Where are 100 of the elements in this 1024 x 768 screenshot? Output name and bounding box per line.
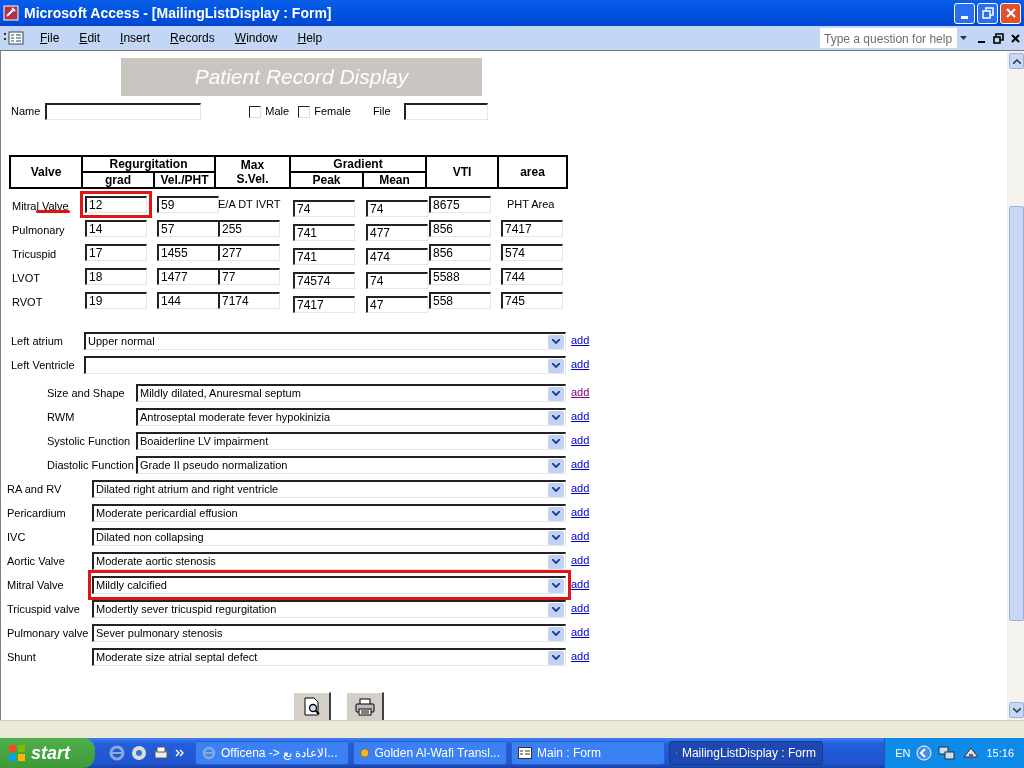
text-field[interactable]: 144 <box>157 292 219 309</box>
menu-item[interactable]: Edit <box>79 29 101 47</box>
menu-item[interactable]: File <box>40 29 60 47</box>
dropdown-button[interactable] <box>548 650 564 665</box>
combo-box[interactable]: Mildly calcified <box>92 576 566 594</box>
combo-box[interactable]: Moderate aortic stenosis <box>92 552 566 570</box>
checkbox[interactable] <box>249 105 262 118</box>
close-button[interactable] <box>1000 2 1021 24</box>
text-field[interactable]: 574 <box>501 244 563 261</box>
text-field[interactable]: 745 <box>501 292 563 309</box>
text-field[interactable]: 59 <box>157 196 219 213</box>
text-field[interactable]: 14 <box>85 220 147 237</box>
combo-box[interactable]: Modertly sever tricuspid regurgitation <box>92 600 566 618</box>
globe-icon[interactable] <box>131 745 147 761</box>
text-field[interactable]: 277 <box>218 244 280 261</box>
text-field[interactable]: 74574 <box>293 272 355 289</box>
taskbar-button[interactable]: Officena -> الاعادة بع... <box>195 741 349 765</box>
add-link[interactable]: add <box>571 504 590 521</box>
add-link[interactable]: add <box>571 648 590 665</box>
combo-box[interactable]: Grade II pseudo normalization <box>136 456 566 474</box>
scroll-up-button[interactable] <box>1009 53 1024 69</box>
dropdown-button[interactable] <box>548 578 564 593</box>
text-field[interactable]: 856 <box>429 220 491 237</box>
text-field[interactable]: 77 <box>218 268 280 285</box>
text-field[interactable]: 7417 <box>501 220 563 237</box>
dropdown-button[interactable] <box>548 458 564 473</box>
dropdown-button[interactable] <box>548 554 564 569</box>
combo-box[interactable]: Boaiderline LV impairment <box>136 432 566 450</box>
text-field[interactable]: 74 <box>366 272 428 289</box>
combo-box[interactable]: Moderate size atrial septal defect <box>92 648 566 666</box>
printer-icon[interactable] <box>153 745 169 761</box>
menu-item[interactable]: Window <box>234 29 278 47</box>
language-indicator[interactable]: EN <box>895 744 911 762</box>
name-field[interactable] <box>45 103 202 120</box>
add-link[interactable]: add <box>571 456 590 473</box>
text-field[interactable]: 47 <box>366 296 428 313</box>
add-link[interactable]: add <box>571 528 590 545</box>
text-field[interactable]: 856 <box>429 244 491 261</box>
text-field[interactable]: 57 <box>157 220 219 237</box>
checkbox[interactable] <box>298 105 311 118</box>
dropdown-button[interactable] <box>548 506 564 521</box>
dropdown-button[interactable] <box>548 602 564 617</box>
taskbar-button[interactable]: MailingListDisplay : Form <box>669 741 823 765</box>
combo-box[interactable]: Sever pulmonary stenosis <box>92 624 566 642</box>
menu-item[interactable]: Insert <box>120 29 151 47</box>
scrollbar[interactable] <box>1007 51 1024 720</box>
restore-icon[interactable] <box>993 32 1004 44</box>
add-link[interactable]: add <box>571 432 590 449</box>
text-field[interactable]: 5588 <box>429 268 491 285</box>
dropdown-button[interactable] <box>548 386 564 401</box>
network-icon[interactable] <box>938 745 957 761</box>
close-icon[interactable] <box>1010 32 1021 44</box>
combo-box[interactable]: Antroseptal moderate fever hypokinizia <box>136 408 566 426</box>
scroll-thumb[interactable] <box>1009 206 1024 621</box>
text-field[interactable]: 18 <box>85 268 147 285</box>
text-field[interactable]: 19 <box>85 292 147 309</box>
add-link[interactable]: add <box>571 624 590 641</box>
dropdown-button[interactable] <box>548 358 564 373</box>
dropdown-button[interactable] <box>548 434 564 449</box>
help-field[interactable]: Type a question for help <box>820 28 957 48</box>
combo-box[interactable] <box>84 356 566 374</box>
print-preview-button[interactable] <box>293 692 331 720</box>
add-link[interactable]: add <box>571 356 590 373</box>
text-field[interactable]: 8675 <box>429 196 491 213</box>
dropdown-button[interactable] <box>548 530 564 545</box>
text-field[interactable]: 744 <box>501 268 563 285</box>
text-field[interactable]: 558 <box>429 292 491 309</box>
text-field[interactable]: 7417 <box>293 296 355 313</box>
dropdown-button[interactable] <box>548 334 564 349</box>
combo-box[interactable]: Dilated right atrium and right ventricle <box>92 480 566 498</box>
file-field[interactable] <box>403 103 488 120</box>
combo-box[interactable]: Upper normal <box>84 332 566 350</box>
text-field[interactable]: 741 <box>293 248 355 265</box>
text-field[interactable]: 74 <box>366 200 428 217</box>
menu-item[interactable]: Records <box>170 29 215 47</box>
add-link[interactable]: add <box>571 552 590 569</box>
add-link[interactable]: add <box>571 600 590 617</box>
tray-icon[interactable] <box>962 745 981 761</box>
combo-box[interactable]: Moderate pericardial effusion <box>92 504 566 522</box>
browser-icon[interactable] <box>109 745 125 761</box>
text-field[interactable]: 1477 <box>157 268 219 285</box>
add-link[interactable]: add <box>571 576 590 593</box>
text-field[interactable]: 255 <box>218 220 280 237</box>
restore-button[interactable] <box>977 2 998 24</box>
scroll-down-button[interactable] <box>1009 702 1024 718</box>
print-button[interactable] <box>346 692 384 720</box>
add-link[interactable]: add <box>571 480 590 497</box>
add-link[interactable]: add <box>571 384 590 401</box>
dropdown-button[interactable] <box>548 626 564 641</box>
text-field[interactable]: 17 <box>85 244 147 261</box>
menu-item[interactable]: Help <box>297 29 323 47</box>
dropdown-button[interactable] <box>548 482 564 497</box>
text-field[interactable]: 477 <box>366 224 428 241</box>
text-field[interactable]: 7174 <box>218 292 280 309</box>
minimize-button[interactable] <box>954 2 975 24</box>
combo-box[interactable]: Dilated non collapsing <box>92 528 566 546</box>
text-field[interactable]: 12 <box>85 196 147 213</box>
chevron-icon[interactable] <box>175 748 185 758</box>
text-field[interactable]: 74 <box>293 200 355 217</box>
add-link[interactable]: add <box>571 408 590 425</box>
